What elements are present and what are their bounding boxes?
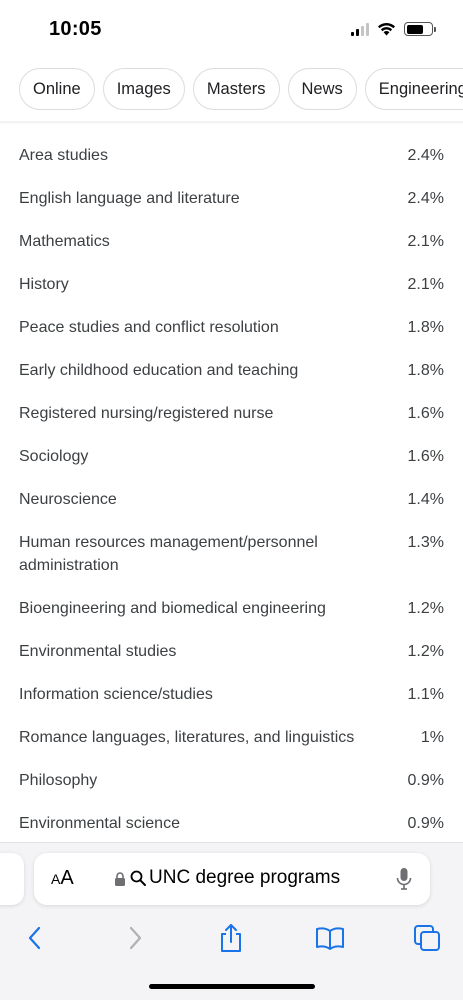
book-icon: [316, 927, 344, 950]
program-name: History: [19, 276, 69, 293]
program-name: Information science/studies: [19, 686, 213, 703]
program-name: Philosophy: [19, 772, 98, 789]
program-percentage: 1.3%: [407, 534, 444, 551]
program-name: Environmental studies: [19, 643, 177, 660]
program-name: Sociology: [19, 448, 89, 465]
list-item: Early childhood education and teaching 1…: [19, 349, 444, 392]
chip-masters[interactable]: Masters: [192, 68, 280, 110]
list-item: Romance languages, literatures, and ling…: [19, 716, 444, 759]
list-item: Environmental studies 1.2%: [19, 630, 444, 673]
list-item: Mathematics 2.1%: [19, 220, 444, 263]
list-item: Peace studies and conflict resolution 1.…: [19, 306, 444, 349]
battery-icon: [404, 22, 436, 36]
address-query[interactable]: UNC degree programs: [149, 867, 340, 889]
program-percentage: 1.2%: [407, 643, 444, 660]
list-item: Philosophy 0.9%: [19, 759, 444, 802]
cellular-signal-icon: [351, 22, 369, 36]
program-percentage: 2.1%: [407, 276, 444, 293]
search-filter-chips: Online Images Masters News Engineering: [19, 68, 463, 110]
list-item: Information science/studies 1.1%: [19, 673, 444, 716]
lock-icon: [115, 872, 125, 886]
chip-engineering[interactable]: Engineering: [364, 68, 463, 110]
program-percentage: 2.4%: [407, 190, 444, 207]
forward-button[interactable]: [115, 918, 155, 958]
share-button[interactable]: [211, 918, 251, 958]
microphone-icon[interactable]: [396, 867, 412, 891]
program-percentage: 0.9%: [407, 815, 444, 832]
back-button[interactable]: [15, 918, 55, 958]
list-item: English language and literature 2.4%: [19, 177, 444, 220]
program-percentage: 0.9%: [407, 772, 444, 789]
home-indicator: [149, 984, 315, 989]
program-name: Area studies: [19, 147, 108, 164]
program-name: Mathematics: [19, 233, 110, 250]
program-percentage: 1.8%: [407, 362, 444, 379]
program-name: Bioengineering and biomedical engineerin…: [19, 600, 326, 617]
degree-programs-list: Area studies 2.4% English language and l…: [19, 134, 444, 845]
search-icon: [130, 870, 146, 886]
list-item: Neuroscience 1.4%: [19, 478, 444, 521]
chip-images[interactable]: Images: [102, 68, 185, 110]
page-format-button[interactable]: AA: [51, 867, 74, 890]
program-name: Early childhood education and teaching: [19, 362, 299, 379]
chevron-right-icon: [129, 926, 142, 950]
program-percentage: 1.2%: [407, 600, 444, 617]
share-icon: [221, 924, 241, 952]
list-item: Sociology 1.6%: [19, 435, 444, 478]
previous-tab-preview[interactable]: [0, 853, 24, 905]
chip-online[interactable]: Online: [19, 68, 95, 110]
header-divider: [0, 121, 463, 125]
chevron-left-icon: [28, 926, 41, 950]
status-time: 10:05: [49, 18, 102, 40]
bookmarks-button[interactable]: [310, 918, 350, 958]
tabs-button[interactable]: [407, 918, 447, 958]
list-item: Registered nursing/registered nurse 1.6%: [19, 392, 444, 435]
list-item: Human resources management/personnel adm…: [19, 521, 444, 587]
program-name: Environmental science: [19, 815, 180, 832]
list-item: Area studies 2.4%: [19, 134, 444, 177]
program-percentage: 2.4%: [407, 147, 444, 164]
browser-bottom-bar: AA UNC degree programs: [0, 842, 463, 1000]
browser-toolbar: [0, 918, 463, 958]
program-percentage: 1.6%: [407, 448, 444, 465]
list-item: Bioengineering and biomedical engineerin…: [19, 587, 444, 630]
program-name: Human resources management/personnel adm…: [19, 534, 318, 574]
program-name: Peace studies and conflict resolution: [19, 319, 279, 336]
program-name: English language and literature: [19, 190, 240, 207]
status-bar: 10:05: [0, 0, 463, 60]
program-percentage: 1%: [420, 729, 444, 746]
program-percentage: 1.4%: [407, 491, 444, 508]
program-percentage: 1.1%: [407, 686, 444, 703]
program-name: Neuroscience: [19, 491, 117, 508]
list-item: History 2.1%: [19, 263, 444, 306]
chip-news[interactable]: News: [287, 68, 357, 110]
address-bar[interactable]: AA UNC degree programs: [34, 853, 430, 905]
program-percentage: 1.6%: [407, 405, 444, 422]
program-name: Romance languages, literatures, and ling…: [19, 729, 355, 746]
wifi-icon: [378, 22, 395, 36]
status-icons: [351, 22, 436, 36]
program-percentage: 1.8%: [407, 319, 444, 336]
program-percentage: 2.1%: [407, 233, 444, 250]
program-name: Registered nursing/registered nurse: [19, 405, 274, 422]
tabs-icon: [414, 925, 440, 951]
list-item: Environmental science 0.9%: [19, 802, 444, 845]
